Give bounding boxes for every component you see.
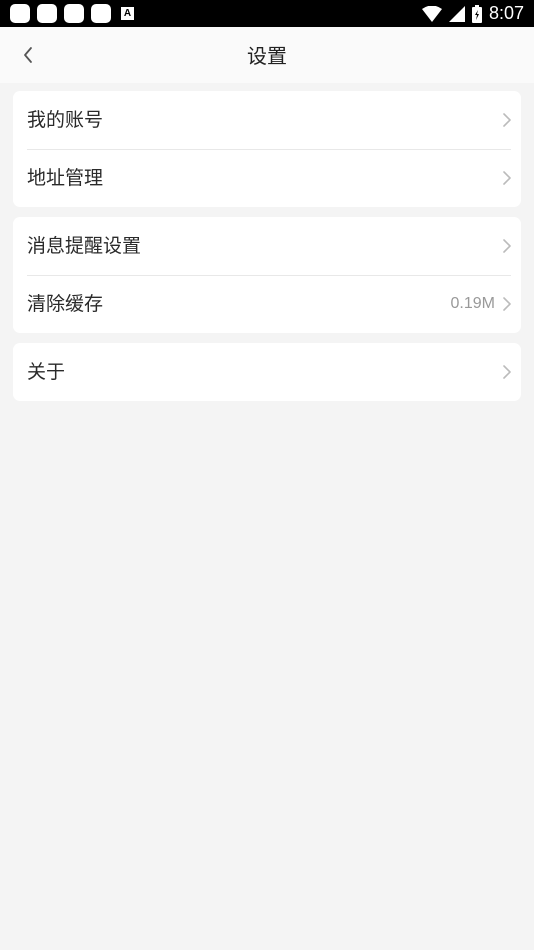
settings-row-notification-settings[interactable]: 消息提醒设置 <box>13 217 521 275</box>
notification-icon <box>37 4 57 23</box>
chevron-right-icon <box>503 297 511 311</box>
status-bar-system: 8:07 <box>421 3 524 24</box>
row-label: 关于 <box>27 361 66 383</box>
settings-group-about: 关于 <box>13 343 521 401</box>
settings-row-my-account[interactable]: 我的账号 <box>13 91 521 149</box>
wifi-icon <box>421 5 442 22</box>
status-time: 8:07 <box>488 3 524 23</box>
row-label: 地址管理 <box>27 167 104 189</box>
nav-bar: 设置 <box>0 27 534 83</box>
cache-size-value: 0.19M <box>450 295 495 312</box>
row-label: 消息提醒设置 <box>27 235 142 257</box>
settings-row-about[interactable]: 关于 <box>13 343 521 401</box>
chevron-right-icon <box>503 239 511 253</box>
page-title: 设置 <box>247 44 287 68</box>
row-label: 清除缓存 <box>27 293 104 315</box>
settings-group-account: 我的账号 地址管理 <box>13 91 521 207</box>
battery-icon <box>471 4 482 23</box>
chevron-right-icon <box>503 365 511 379</box>
chevron-right-icon <box>503 113 511 127</box>
settings-group-system: 消息提醒设置 清除缓存 0.19M <box>13 217 521 333</box>
status-bar-notifications: A <box>10 4 134 23</box>
a-icon: A <box>121 7 134 20</box>
notification-icon <box>10 4 30 23</box>
status-bar: A 8:07 <box>0 0 534 27</box>
row-label: 我的账号 <box>27 109 104 131</box>
signal-icon <box>448 5 465 22</box>
settings-row-clear-cache[interactable]: 清除缓存 0.19M <box>13 275 521 333</box>
chevron-right-icon <box>503 171 511 185</box>
settings-row-address-management[interactable]: 地址管理 <box>13 149 521 207</box>
notification-icon <box>91 4 111 23</box>
notification-icon <box>64 4 84 23</box>
